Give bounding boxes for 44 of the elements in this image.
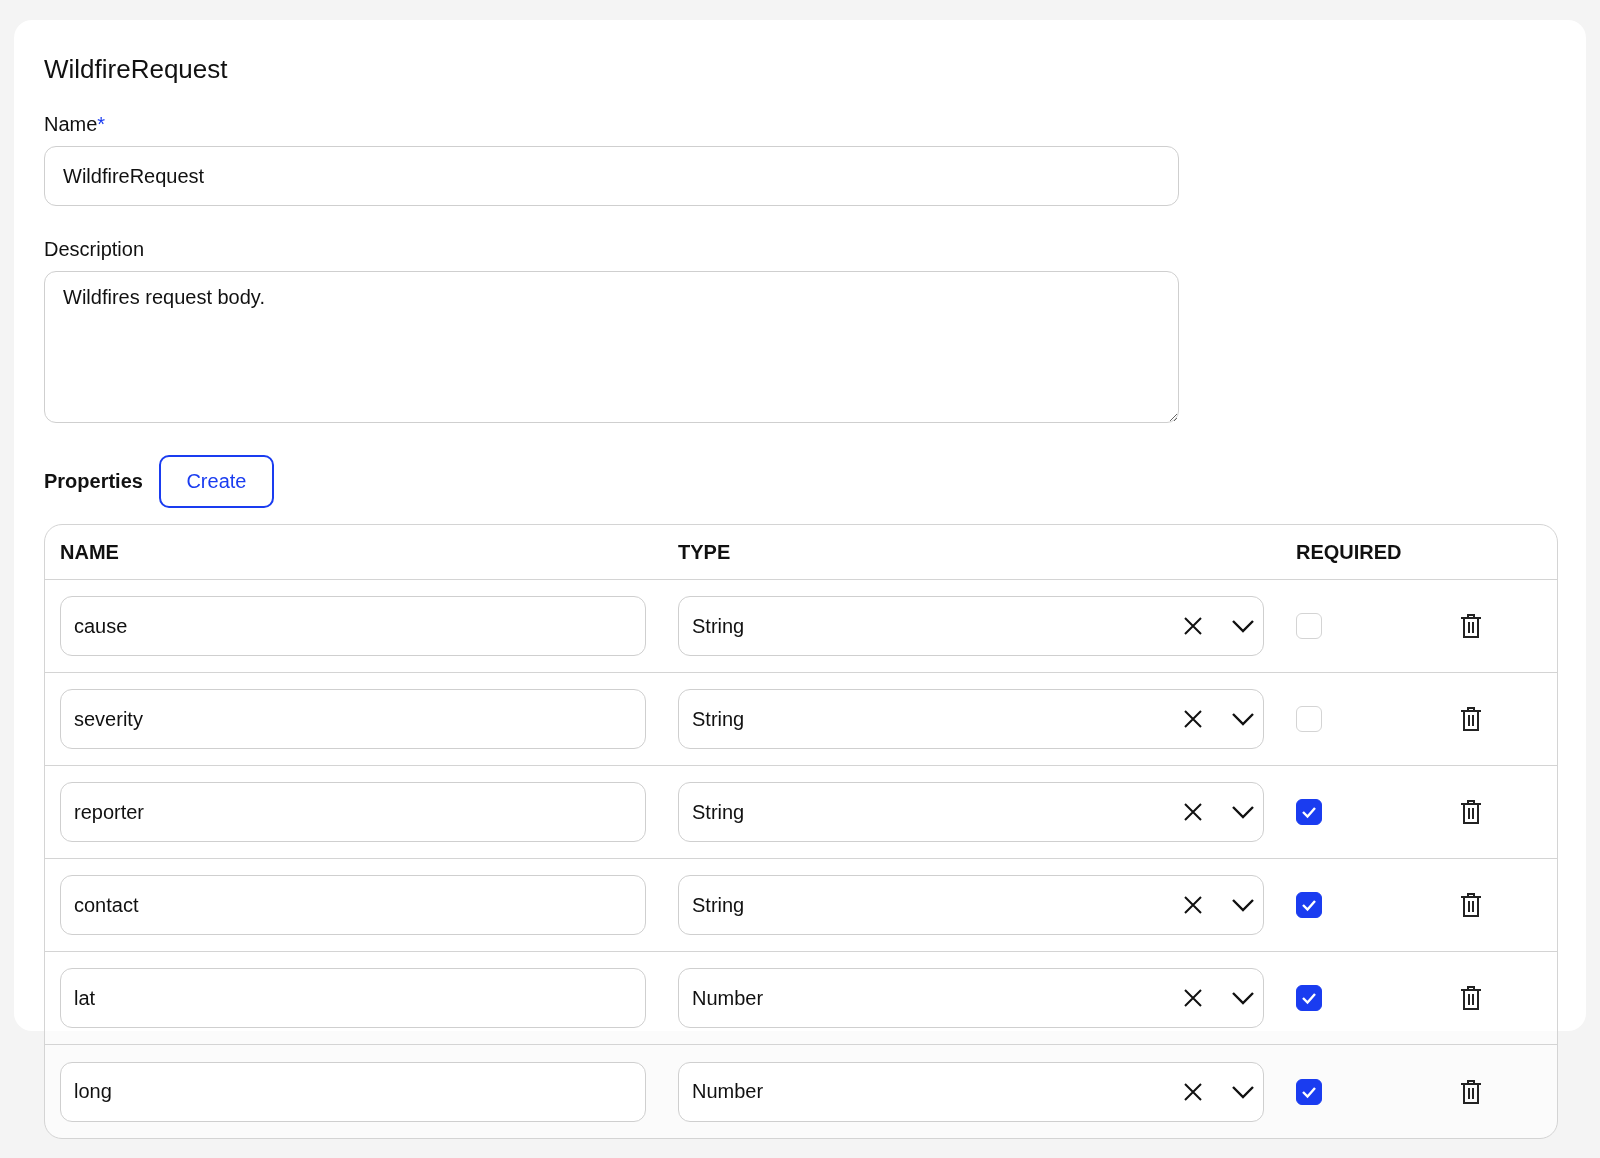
chevron-down-icon[interactable] <box>1231 991 1255 1005</box>
column-header: TYPE <box>678 540 732 564</box>
section-label: Properties <box>44 470 143 493</box>
type-select[interactable]: String <box>678 875 1264 935</box>
form-title: WildfireRequest <box>44 54 229 85</box>
property-name-input[interactable]: reporter <box>60 782 646 842</box>
chevron-down-icon[interactable] <box>1231 1084 1255 1099</box>
required-checkbox[interactable] <box>1296 892 1322 918</box>
field-label: Description <box>44 238 146 261</box>
clear-icon[interactable] <box>1183 895 1203 915</box>
name-input[interactable]: WildfireRequest <box>44 146 1179 206</box>
clear-icon[interactable] <box>1183 616 1203 636</box>
clear-icon[interactable] <box>1183 1081 1203 1102</box>
type-select[interactable]: String <box>678 689 1264 749</box>
property-name-input[interactable]: severity <box>60 689 646 749</box>
column-header: NAME <box>60 540 120 564</box>
chevron-down-icon[interactable] <box>1231 805 1255 819</box>
column-header: REQUIRED <box>1296 540 1403 564</box>
type-select[interactable]: Number <box>678 1061 1264 1122</box>
type-select[interactable]: String <box>678 782 1264 842</box>
chevron-down-icon[interactable] <box>1231 619 1255 633</box>
chevron-down-icon[interactable] <box>1231 712 1255 726</box>
trash-icon[interactable] <box>1460 1078 1482 1105</box>
field-label: Name* <box>44 113 107 136</box>
create-button[interactable]: Create <box>158 455 274 508</box>
property-name-input[interactable]: cause <box>60 596 646 656</box>
trash-icon[interactable] <box>1460 985 1482 1011</box>
trash-icon[interactable] <box>1460 799 1482 825</box>
required-checkbox[interactable] <box>1296 799 1322 825</box>
clear-icon[interactable] <box>1183 802 1203 822</box>
trash-icon[interactable] <box>1460 613 1482 639</box>
trash-icon[interactable] <box>1460 892 1482 918</box>
property-name-input[interactable]: contact <box>60 875 646 935</box>
required-checkbox[interactable] <box>1296 1078 1322 1105</box>
property-name-input[interactable]: lat <box>60 968 646 1028</box>
description-textarea[interactable]: Wildfires request body. <box>44 271 1179 423</box>
property-name-input[interactable]: long <box>60 1061 646 1122</box>
required-checkbox[interactable] <box>1296 985 1322 1011</box>
chevron-down-icon[interactable] <box>1231 898 1255 912</box>
clear-icon[interactable] <box>1183 709 1203 729</box>
clear-icon[interactable] <box>1183 988 1203 1008</box>
type-select[interactable]: Number <box>678 968 1264 1028</box>
type-select[interactable]: String <box>678 596 1264 656</box>
trash-icon[interactable] <box>1460 706 1482 732</box>
